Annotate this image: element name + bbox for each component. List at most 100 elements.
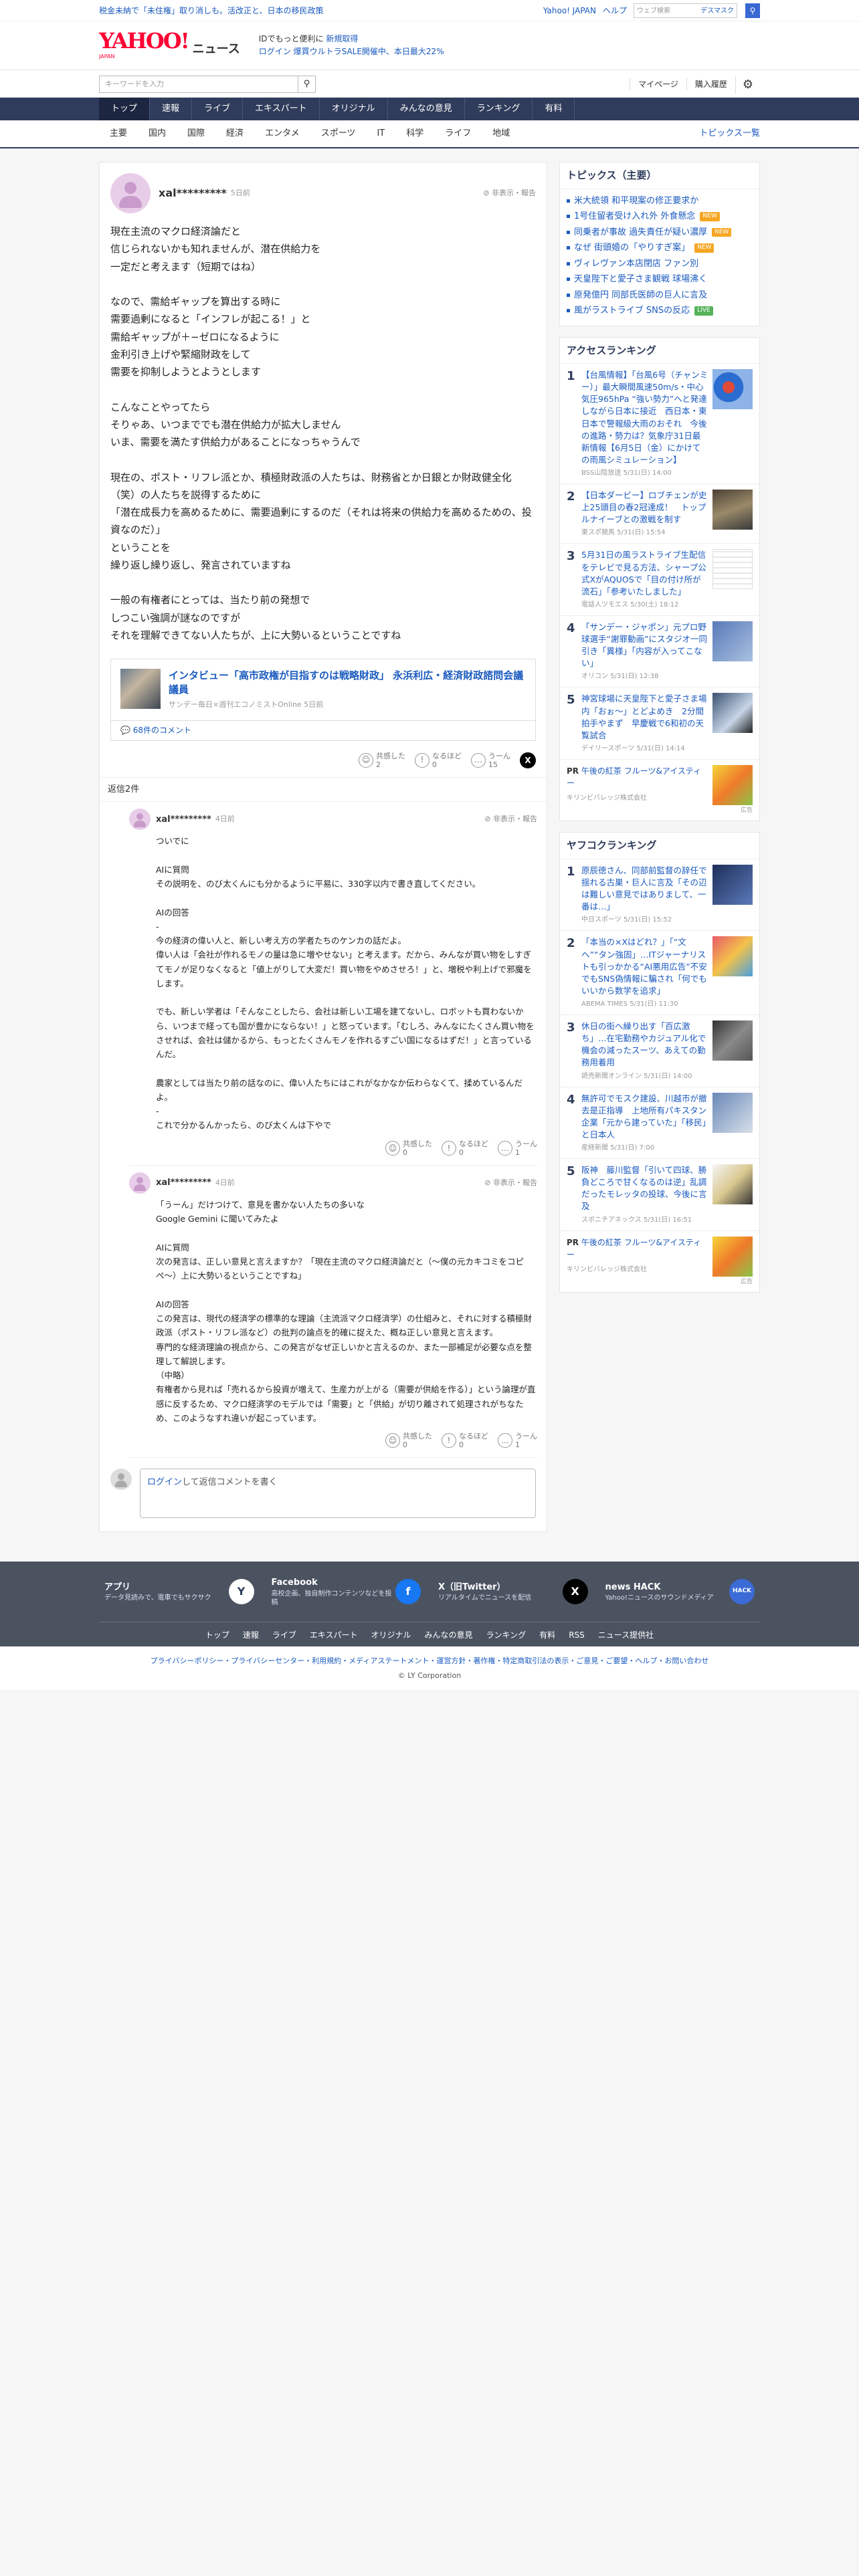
avatar[interactable] [110,173,151,213]
username[interactable]: xal********* [159,185,227,201]
naruhodo-button[interactable]: ! なるほど 0 [442,1140,488,1157]
reply-input[interactable]: ログインして返信コメントを書く [140,1469,536,1519]
cat-it[interactable]: IT [366,127,395,140]
tab-expert[interactable]: エキスパート [243,98,320,120]
comments-count-link[interactable]: 💬 68件のコメント [110,720,536,741]
x-share-icon[interactable]: X [520,752,536,768]
footer-link[interactable]: ニュース提供社 [598,1629,654,1641]
hide-report-link[interactable]: ⊘ 非表示・報告 [484,1178,537,1189]
keyword-search-input[interactable]: キーワードを入力 ⚲ [99,76,316,93]
cat-world[interactable]: 国際 [177,127,215,140]
login-link[interactable]: ログイン [147,1477,182,1487]
footer-app-link[interactable]: アプリ データ見読みで、電車でもサクサク Y [99,1574,260,1610]
mypage-link[interactable]: マイページ [630,78,686,90]
facebook-icon: f [395,1579,421,1605]
help-link[interactable]: ヘルプ [603,5,627,17]
uun-button[interactable]: … うーん 1 [498,1140,537,1157]
purchase-history-link[interactable]: 購入履歴 [686,78,735,90]
footer-link[interactable]: 速報 [243,1629,259,1641]
tab-ranking[interactable]: ランキング [465,98,533,120]
topic-item[interactable]: なぜ 街頭婚の「やりすぎ案」 NEW [560,240,759,256]
topic-item[interactable]: 天皇陛下と愛子さま観戦 球場沸く [560,272,759,288]
ranking-item[interactable]: 3 5月31日の風ラストライブ生配信をテレビで見る方法、シャープ公式XがAQUOS… [560,544,759,616]
uun-button[interactable]: … うーん 15 [471,752,510,769]
footer-link[interactable]: ライブ [272,1629,296,1641]
topic-item[interactable]: 原発億円 同部氏医師の巨人に言及 [560,288,759,304]
cat-entertainment[interactable]: エンタメ [254,127,310,140]
ranking-item[interactable]: 5 神宮球場に天皇陛下と愛子さま場内「おぉ〜」とどよめき 2分間拍手やまず 早慶戦… [560,687,759,760]
avatar[interactable] [129,809,151,831]
article-card[interactable]: インタビュー「高市政権が目指すのは戦略財政」 永浜利広・経済財政諮問会議議員 サ… [110,659,536,721]
tab-breaking[interactable]: 速報 [150,98,193,120]
username[interactable]: xal********* [156,1176,211,1190]
cat-science[interactable]: 科学 [395,127,434,140]
article-title[interactable]: インタビュー「高市政権が目指すのは戦略財政」 永浜利広・経済財政諮問会議議員 [169,669,526,697]
cat-domestic[interactable]: 国内 [138,127,177,140]
access-ranking-section: アクセスランキング 1 【台風情報】「台風6号（チャンミー）」最大瞬間風速50m/… [559,336,760,822]
empathy-button[interactable]: ☺ 共感した 2 [359,752,405,769]
empathy-button[interactable]: ☺ 共感した 0 [385,1140,432,1157]
topic-item[interactable]: 1号住留者受け入れ外 外食懸念 NEW [560,209,759,225]
login-link[interactable]: ログイン [259,47,291,56]
empathy-button[interactable]: ☺ 共感した 0 [385,1432,432,1449]
cat-life[interactable]: ライフ [434,127,482,140]
footer-x-link[interactable]: X（旧Twitter） リアルタイムでニュースを配信 X [433,1574,593,1610]
pr-ad[interactable]: PR 午後の紅茶 フルーツ&アイスティー キリンビバレッジ株式会社 広告 [560,1231,759,1293]
footer-link[interactable]: トップ [205,1629,229,1641]
hide-report-link[interactable]: ⊘ 非表示・報告 [483,188,536,199]
ranking-item[interactable]: 4 無許可でモスク建設、川越市が撤去是正指導 上地所有パキスタン企業「元から建って… [560,1087,759,1159]
footer-link[interactable]: 有料 [539,1629,555,1641]
footer-link[interactable]: オリジナル [371,1629,411,1641]
topic-item[interactable]: 風がラストライブ SNSの反応 LIVE [560,303,759,319]
uun-button[interactable]: … うーん 1 [498,1432,537,1449]
username[interactable]: xal********* [156,813,211,827]
ranking-item[interactable]: 5 阪神 藤川監督「引いて四球、勝負どころで甘くなるのは逆」乱調だったモレッタの投… [560,1159,759,1231]
footer-newshack-link[interactable]: news HACK Yahoo!ニュースのサウンドメディア HACK [600,1574,761,1610]
tab-opinions[interactable]: みんなの意見 [388,98,465,120]
topic-item[interactable]: ヴィレヴァン本店閉店 ファン別 [560,256,759,272]
cat-local[interactable]: 地域 [482,127,520,140]
thumbnail-image [712,864,753,905]
search-icon[interactable]: ⚲ [298,76,315,92]
ranking-item[interactable]: 4 「サンデー・ジャポン」元プロ野球選手“謝罪動画”にスタジオ一同引き「異様」「内… [560,616,759,688]
cat-sports[interactable]: スポーツ [310,127,367,140]
topics-list-link[interactable]: トピックス一覧 [699,127,760,140]
legal-links[interactable]: プライバシーポリシー・プライバシーセンター・利用規約・メディアステートメント・運… [0,1646,859,1671]
tab-top[interactable]: トップ [99,98,151,120]
cat-main[interactable]: 主要 [99,127,138,140]
tab-live[interactable]: ライブ [192,98,244,120]
web-search-input[interactable]: ウェブ検索 デスマスク [634,3,737,18]
naruhodo-button[interactable]: ! なるほど 0 [415,752,462,769]
avatar[interactable] [129,1172,151,1194]
topic-item[interactable]: 同乗者が事故 過失責任が疑い濃厚 NEW [560,225,759,241]
cat-economy[interactable]: 経済 [215,127,254,140]
ranking-item[interactable]: 2 【日本ダービー】ロブチェンが史上25頭目の春2冠達成！ トップルナイーブとの激… [560,484,759,544]
thumbnail-image [712,621,753,661]
thumbnail-image [712,1164,753,1204]
tab-paid[interactable]: 有料 [533,98,575,120]
footer-facebook-link[interactable]: Facebook 高校企画、独自制作コンテンツなどを投稿 f [266,1574,427,1610]
ranking-item[interactable]: 1 原辰徳さん、同部前監督の辞任で揺れる古巣・巨人に言及「その辺は難しい意見ではあ… [560,859,759,932]
gear-icon[interactable]: ⚙ [735,75,760,94]
search-icon[interactable]: ⚲ [745,3,760,18]
tab-original[interactable]: オリジナル [320,98,388,120]
desmask-link[interactable]: デスマスク [700,6,734,16]
hide-report-link[interactable]: ⊘ 非表示・報告 [484,814,537,825]
footer-link[interactable]: ランキング [486,1629,527,1641]
register-link[interactable]: 新規取得 [326,34,358,43]
footer-link[interactable]: みんなの意見 [425,1629,473,1641]
ranking-item[interactable]: 3 休日の街へ繰り出す「百広激ち」…在宅勤務やカジュアル化で機会の減ったスーツ、あ… [560,1015,759,1087]
yahoo-japan-link[interactable]: Yahoo! JAPAN [543,5,596,17]
reaction-bar: ☺ 共感した 0 ! なるほど 0 … うーん 1 [129,1432,537,1449]
ranking-item[interactable]: 2 「本当の×Xはどれ？」「“文ヘ”“タン強固」…ITジャーナリストも引っかかる“… [560,931,759,1015]
yahoo-news-logo[interactable]: YAHOO! JAPAN ニュース [99,30,240,61]
topic-item[interactable]: 米大統領 和平現案の修正要求か [560,193,759,209]
footer-link[interactable]: エキスパート [310,1629,358,1641]
footer-link[interactable]: RSS [569,1629,585,1641]
naruhodo-button[interactable]: ! なるほど 0 [442,1432,488,1449]
promo-link[interactable]: 税金未納で「未住権」取り消しも。活改正と、日本の移民政策 [99,5,543,17]
replies-count[interactable]: 返信2件 [100,776,547,802]
ranking-item[interactable]: 1 【台風情報】「台風6号（チャンミー）」最大瞬間風速50m/s・中心気圧965h… [560,364,759,484]
pr-ad[interactable]: PR 午後の紅茶 フルーツ&アイスティー キリンビバレッジ株式会社 広告 [560,760,759,821]
sale-link[interactable]: 爆買ウルトラSALE開催中、本日最大22% [294,47,444,56]
